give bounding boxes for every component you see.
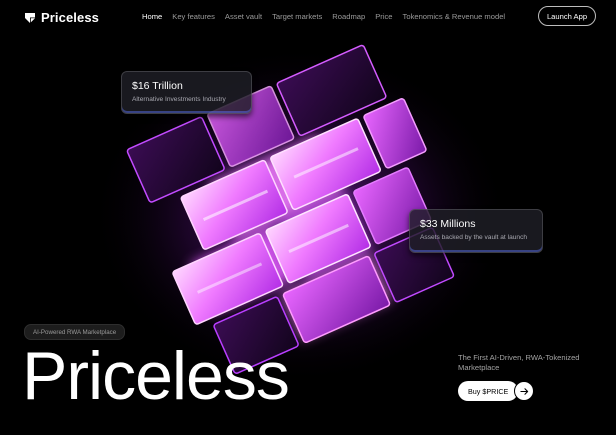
- brand-logo[interactable]: Priceless: [24, 10, 99, 25]
- cta-group: Buy $PRICE: [458, 381, 535, 401]
- hero-tagline: The First AI-Driven, RWA-Tokenized Marke…: [458, 353, 580, 372]
- landing-page: Priceless Home Key features Asset vault …: [0, 0, 616, 435]
- stat-value: $16 Trillion: [132, 80, 183, 92]
- stat-label: Alternative Investments Industry: [132, 96, 226, 103]
- cta-arrow-button[interactable]: [514, 381, 535, 401]
- stat-label: Assets backed by the vault at launch: [420, 234, 528, 241]
- brand-name: Priceless: [41, 10, 100, 25]
- priceless-logo-icon: [25, 12, 35, 23]
- main-nav: Home Key features Asset vault Target mar…: [142, 12, 505, 21]
- nav-item-target-markets[interactable]: Target markets: [272, 12, 322, 21]
- nav-item-asset-vault[interactable]: Asset vault: [225, 12, 262, 21]
- nav-item-key-features[interactable]: Key features: [172, 12, 215, 21]
- stat-value: $33 Millions: [420, 218, 476, 230]
- nav-item-tokenomics[interactable]: Tokenomics & Revenue model: [403, 12, 506, 21]
- nav-item-roadmap[interactable]: Roadmap: [332, 12, 365, 21]
- nav-item-price[interactable]: Price: [375, 12, 392, 21]
- nav-item-home[interactable]: Home: [142, 12, 162, 21]
- launch-app-button[interactable]: Launch App: [538, 6, 596, 26]
- buy-price-button[interactable]: Buy $PRICE: [458, 381, 519, 401]
- hero-title: Priceless: [22, 338, 290, 414]
- arrow-right-icon: [520, 387, 529, 395]
- stat-card-investments: $16 Trillion Alternative Investments Ind…: [121, 71, 252, 114]
- stat-card-vault-assets: $33 Millions Assets backed by the vault …: [409, 209, 543, 253]
